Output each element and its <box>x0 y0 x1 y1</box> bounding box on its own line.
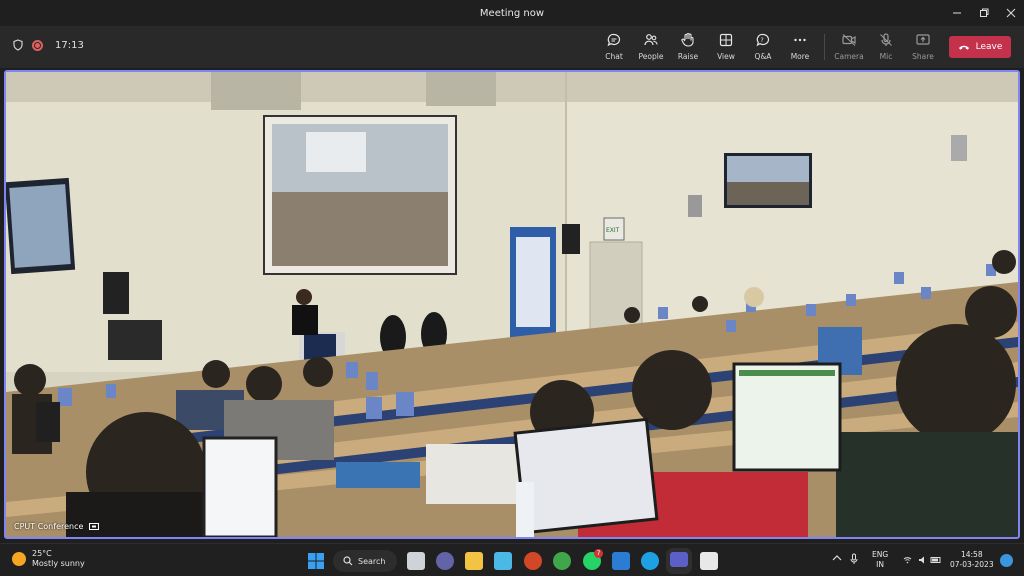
share-icon <box>916 34 930 45</box>
language-code: ENG <box>872 550 889 559</box>
language-indicator[interactable]: ENG IN <box>872 550 888 570</box>
camera-icon <box>842 34 856 46</box>
conference-room-video: EXIT <box>6 72 1018 537</box>
sunny-icon <box>12 552 26 566</box>
file-explorer-icon[interactable] <box>465 552 483 570</box>
clock-date: 07-03-2023 <box>950 560 994 569</box>
start-button[interactable] <box>307 552 325 570</box>
raise-label: Raise <box>677 52 699 61</box>
windows-taskbar: 25°C Mostly sunny Search 7 ENG IN 14:58 … <box>0 543 1024 576</box>
task-view-icon[interactable] <box>407 552 425 570</box>
meeting-status: 17:13 <box>12 39 84 51</box>
meeting-timer: 17:13 <box>55 39 84 51</box>
share-label: Share <box>912 52 934 61</box>
weather-description: Mostly sunny <box>32 559 85 568</box>
chrome-icon[interactable] <box>553 552 571 570</box>
recording-icon <box>32 39 43 51</box>
meeting-toolbar: 17:13 Chat People Raise View ? Q&A More … <box>0 26 1024 68</box>
camera-button[interactable]: Camera <box>831 30 867 64</box>
more-button[interactable]: More <box>782 30 818 64</box>
clock-time: 14:58 <box>960 550 983 559</box>
close-icon <box>1006 8 1016 18</box>
notification-center-icon[interactable] <box>1000 554 1013 567</box>
taskbar-search[interactable]: Search <box>333 550 397 572</box>
exit-sign: EXIT <box>606 227 620 234</box>
raise-hand-button[interactable]: Raise <box>670 30 706 64</box>
store-icon[interactable] <box>494 552 512 570</box>
chevron-up-icon <box>832 555 842 561</box>
chat-icon <box>607 33 621 47</box>
view-label: View <box>717 52 735 61</box>
people-label: People <box>638 52 664 61</box>
svg-text:?: ? <box>761 37 764 44</box>
hang-up-icon <box>958 45 969 50</box>
qa-label: Q&A <box>754 52 772 61</box>
share-button[interactable]: Share <box>905 30 941 64</box>
notepad-icon[interactable] <box>612 552 630 570</box>
network-status[interactable] <box>903 555 943 568</box>
more-label: More <box>790 52 810 61</box>
minimize-icon <box>953 12 961 14</box>
camera-label: Camera <box>834 52 864 61</box>
chat-button[interactable]: Chat <box>596 30 632 64</box>
participant-name: CPUT Conference <box>14 522 84 531</box>
teams-chat-icon[interactable] <box>436 552 454 570</box>
snipping-tool-icon[interactable] <box>700 552 718 570</box>
whatsapp-icon[interactable]: 7 <box>583 549 603 570</box>
powerpoint-icon[interactable] <box>524 552 542 570</box>
mic-label: Mic <box>879 52 893 61</box>
system-clock[interactable]: 14:58 07-03-2023 <box>950 550 994 570</box>
wifi-volume-battery-icon <box>903 556 941 564</box>
screen-share-icon <box>89 522 100 530</box>
leave-label: Leave <box>975 42 1003 52</box>
mic-button[interactable]: Mic <box>868 30 904 64</box>
windows-start-icon <box>308 553 324 569</box>
view-button[interactable]: View <box>708 30 744 64</box>
microphone-icon <box>850 553 858 564</box>
title-bar: Meeting now <box>0 0 1024 26</box>
teams-app-icon[interactable] <box>670 552 688 570</box>
toolbar-divider <box>824 34 825 60</box>
microphone-tray[interactable] <box>850 553 858 568</box>
chat-label: Chat <box>605 52 623 61</box>
close-button[interactable] <box>995 0 1024 26</box>
edge-icon[interactable] <box>641 552 659 570</box>
people-icon <box>644 34 658 46</box>
people-button[interactable]: People <box>633 30 669 64</box>
qa-button[interactable]: ? Q&A <box>745 30 781 64</box>
leave-button[interactable]: Leave <box>949 36 1011 58</box>
view-icon <box>719 33 733 47</box>
raise-hand-icon <box>681 32 694 47</box>
shield-icon <box>13 39 23 51</box>
language-region: IN <box>876 560 884 569</box>
weather-temperature: 25°C <box>32 549 52 558</box>
window-title: Meeting now <box>479 7 545 19</box>
video-stage[interactable]: EXIT CPUT Conference <box>4 70 1020 539</box>
search-label: Search <box>358 556 386 566</box>
participant-name-tag: CPUT Conference <box>14 522 100 531</box>
mic-icon <box>880 33 892 46</box>
more-icon <box>794 38 806 42</box>
restore-icon <box>980 8 989 17</box>
notification-badge: 7 <box>594 549 603 558</box>
qa-icon: ? <box>756 33 770 47</box>
search-icon <box>343 556 353 566</box>
weather-widget[interactable]: 25°C Mostly sunny <box>12 549 85 569</box>
show-hidden-icons[interactable] <box>832 554 842 565</box>
